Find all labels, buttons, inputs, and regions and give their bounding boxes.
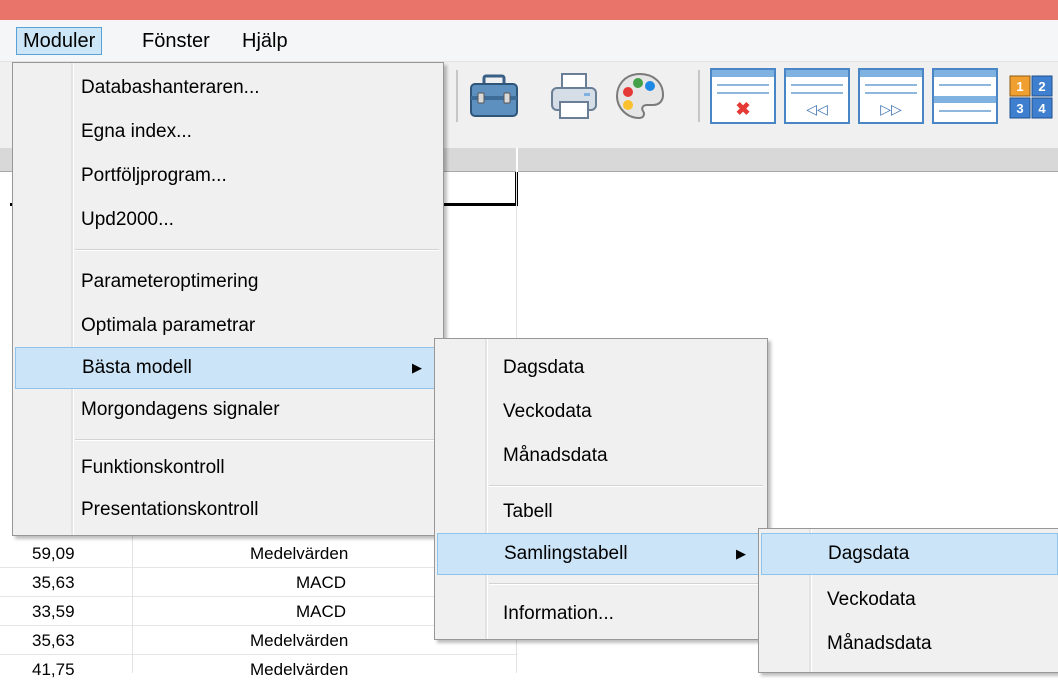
menu-item-information[interactable]: Information... (437, 593, 765, 635)
grid-cell-value[interactable]: 59,09 (32, 541, 75, 567)
previous-window-icon[interactable]: ◁◁ (784, 68, 850, 124)
grid-cell-value[interactable]: 41,75 (32, 657, 75, 683)
close-window-icon[interactable]: ✖ (710, 68, 776, 124)
grid-cell-name[interactable]: MACD (296, 599, 346, 625)
menu-item-manadsdata[interactable]: Månadsdata (761, 623, 1056, 665)
menu-item-presentationskontroll[interactable]: Presentationskontroll (15, 489, 441, 531)
menu-item-databashanteraren[interactable]: Databashanteraren... (15, 67, 441, 109)
menu-fonster[interactable]: Fönster (136, 27, 216, 55)
menu-item-optimala-parametrar[interactable]: Optimala parametrar (15, 305, 441, 347)
svg-text:2: 2 (1038, 79, 1045, 94)
menu-item-funktionskontroll[interactable]: Funktionskontroll (15, 447, 441, 489)
grid-cell-value[interactable]: 35,63 (32, 570, 75, 596)
menu-item-veckodata[interactable]: Veckodata (437, 391, 765, 433)
grid-cell-name[interactable]: MACD (296, 570, 346, 596)
grid-cell-name[interactable]: Medelvärden (250, 541, 348, 567)
moduler-menu: Databashanteraren... Egna index... Portf… (12, 62, 444, 536)
grid-cell-name[interactable]: Medelvärden (250, 628, 348, 654)
next-window-icon[interactable]: ▷▷ (858, 68, 924, 124)
submenu-arrow-icon: ▶ (412, 360, 422, 375)
tile-windows-icon[interactable] (932, 68, 998, 124)
menu-item-samlingstabell[interactable]: Samlingstabell ▶ (437, 533, 765, 575)
menu-moduler[interactable]: Moduler (16, 27, 103, 55)
menu-item-manadsdata[interactable]: Månadsdata (437, 435, 765, 477)
menu-item-parameteroptimering[interactable]: Parameteroptimering (15, 261, 441, 303)
menu-separator (489, 583, 763, 585)
menu-bar: Moduler Fönster Hjälp (0, 20, 1058, 62)
menu-separator (489, 485, 763, 487)
menu-separator (75, 439, 439, 441)
submenu-arrow-icon: ▶ (736, 546, 746, 561)
menu-item-basta-modell[interactable]: Bästa modell ▶ (15, 347, 441, 389)
menu-item-veckodata[interactable]: Veckodata (761, 579, 1056, 621)
menu-item-egna-index[interactable]: Egna index... (15, 111, 441, 153)
grid-row-divider (0, 654, 518, 655)
briefcase-icon[interactable] (468, 70, 520, 122)
numbered-grid-icon[interactable]: 1 2 3 4 (1008, 70, 1058, 122)
palette-icon[interactable] (614, 70, 666, 122)
svg-text:4: 4 (1038, 101, 1046, 116)
printer-icon[interactable] (548, 70, 600, 122)
grid-cell-value[interactable]: 33,59 (32, 599, 75, 625)
samlingstabell-submenu: Dagsdata Veckodata Månadsdata (758, 528, 1058, 673)
grid-cell-value[interactable]: 35,63 (32, 628, 75, 654)
menu-item-morgondagens-signaler[interactable]: Morgondagens signaler (15, 389, 441, 431)
basta-modell-submenu: Dagsdata Veckodata Månadsdata Tabell Sam… (434, 338, 768, 640)
toolbar-separator (698, 70, 700, 122)
menu-item-tabell[interactable]: Tabell (437, 491, 765, 533)
menu-item-dagsdata[interactable]: Dagsdata (437, 347, 765, 389)
menu-item-portfoljprogram[interactable]: Portföljprogram... (15, 155, 441, 197)
toolbar-separator (456, 70, 458, 122)
menu-separator (75, 249, 439, 251)
menu-hjalp[interactable]: Hjälp (236, 27, 294, 55)
svg-text:1: 1 (1016, 79, 1023, 94)
menu-item-upd2000[interactable]: Upd2000... (15, 199, 441, 241)
window-title-bar (0, 0, 1058, 20)
menu-item-dagsdata[interactable]: Dagsdata (761, 533, 1058, 575)
svg-text:3: 3 (1016, 101, 1023, 116)
grid-cell-name[interactable]: Medelvärden (250, 657, 348, 683)
